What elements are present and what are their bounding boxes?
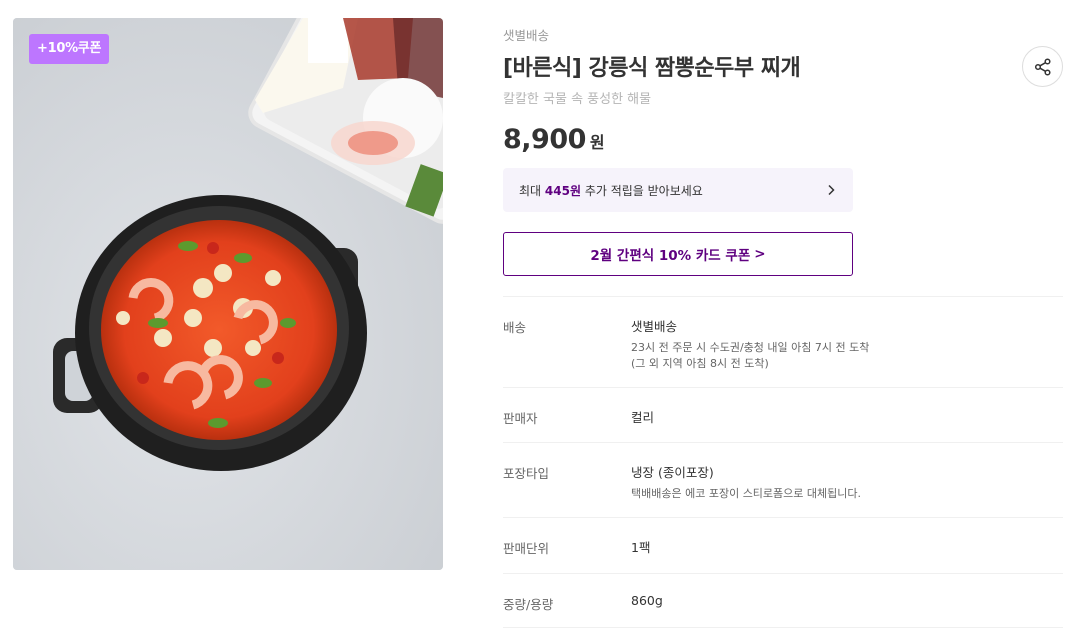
spec-sub: 23시 전 주문 시 수도권/충청 내일 아침 7시 전 도착 (그 외 지역 … [631,340,1063,372]
chevron-right-icon: > [754,246,766,262]
spec-value: 1팩 [631,540,651,555]
points-text: 최대 445원 추가 적립을 받아보세요 [519,182,825,199]
price: 8,900 원 [503,124,605,155]
card-coupon-button[interactable]: 2월 간편식 10% 카드 쿠폰 > [503,232,853,276]
product-subtitle: 칼칼한 국물 속 풍성한 해물 [503,92,652,107]
price-unit: 원 [589,133,605,152]
spec-row-unit: 판매단위 1팩 [503,517,1063,573]
chevron-right-icon [828,184,835,196]
spec-label: 배송 [503,320,527,335]
product-image: +10%쿠폰 [13,18,443,570]
product-photo [13,18,443,570]
points-suffix: 추가 적립을 받아보세요 [581,183,703,198]
spec-value-text: 냉장 (종이포장) [631,465,714,480]
spec-value: 샛별배송 23시 전 주문 시 수도권/충청 내일 아침 7시 전 도착 (그 … [631,297,1063,387]
product-spec-list: 배송 샛별배송 23시 전 주문 시 수도권/충청 내일 아침 7시 전 도착 … [503,296,1063,628]
spec-label: 판매단위 [503,541,550,556]
share-icon [1034,57,1051,76]
spec-label: 중량/용량 [503,597,554,612]
points-prefix: 최대 [519,183,545,198]
spec-sub-line: 23시 전 주문 시 수도권/충청 내일 아침 7시 전 도착 [631,341,870,354]
spec-row-seller: 판매자 컬리 [503,387,1063,442]
spec-value: 860g [631,593,663,608]
spec-sub-line: (그 외 지역 아침 8시 전 도착) [631,357,769,370]
coupon-badge: +10%쿠폰 [29,34,110,64]
price-value: 8,900 [503,124,586,155]
spec-value-text: 샛별배송 [631,319,678,334]
spec-row-delivery: 배송 샛별배송 23시 전 주문 시 수도권/충청 내일 아침 7시 전 도착 … [503,296,1063,387]
spec-value: 냉장 (종이포장) 택배배송은 에코 포장이 스티로폼으로 대체됩니다. [631,443,1063,517]
spec-label: 판매자 [503,411,538,426]
spec-value: 컬리 [631,410,655,425]
share-button[interactable] [1022,46,1063,87]
spec-sub-line: 택배배송은 에코 포장이 스티로폼으로 대체됩니다. [631,487,862,500]
points-amount: 445원 [544,183,581,198]
card-coupon-label: 2월 간편식 10% 카드 쿠폰 [590,248,751,264]
spec-sub: 택배배송은 에코 포장이 스티로폼으로 대체됩니다. [631,486,1063,502]
delivery-tag: 샛별배송 [503,28,550,43]
product-title: [바른식] 강릉식 짬뽕순두부 찌개 [503,56,801,81]
points-banner[interactable]: 최대 445원 추가 적립을 받아보세요 [503,168,853,212]
spec-row-packaging: 포장타입 냉장 (종이포장) 택배배송은 에코 포장이 스티로폼으로 대체됩니다… [503,442,1063,517]
spec-row-weight: 중량/용량 860g [503,573,1063,628]
spec-label: 포장타입 [503,466,550,481]
